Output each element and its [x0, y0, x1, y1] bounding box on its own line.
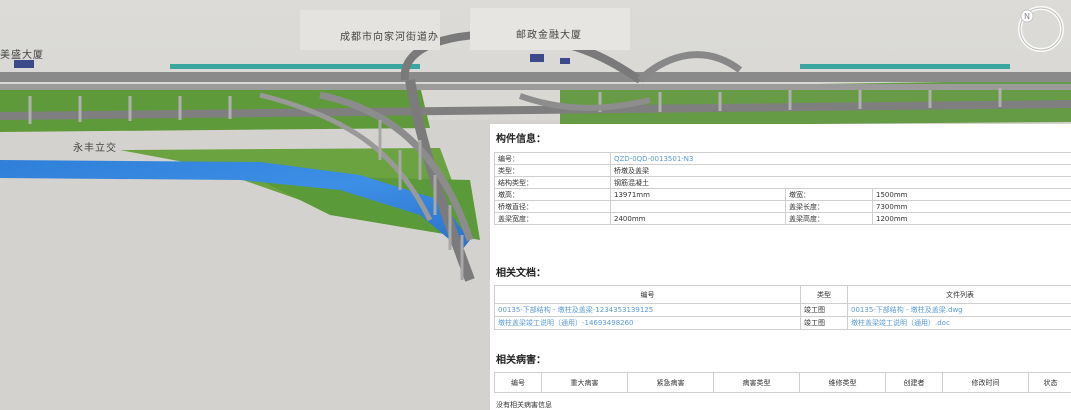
col-header-disease-type: 病害类型: [713, 372, 800, 393]
info-value: 1500mm: [871, 188, 1071, 201]
table-row: 类型： 桥墩及盖梁: [494, 164, 1071, 177]
info-label: 墩高：: [494, 188, 611, 201]
info-value: 钢筋混凝土: [609, 176, 1071, 189]
info-value: [610, 200, 786, 213]
col-header-major: 重大病害: [541, 372, 628, 393]
compass-icon[interactable]: N: [1018, 6, 1064, 52]
info-label: 盖梁宽度：: [494, 212, 611, 225]
doc-type: 竣工图: [800, 303, 848, 317]
compass-north-letter: N: [1024, 12, 1030, 21]
table-header-row: 编号 重大病害 紧急病害 病害类型 维修类型 创建者 修改时间 状态: [494, 372, 1071, 393]
table-row: 00135-下部结构 - 墩柱及盖梁-1234353139125 竣工图 001…: [494, 303, 1071, 317]
component-code-link[interactable]: QZD-0QD-0013501-N3: [609, 152, 1071, 165]
doc-file-link[interactable]: 00135-下部结构 - 墩柱及盖梁.dwg: [847, 303, 1071, 317]
col-header-urgent: 紧急病害: [627, 372, 714, 393]
table-row: 桥墩直径： 盖梁长度： 7300mm: [494, 200, 1071, 213]
col-header-code: 编号: [494, 285, 801, 304]
info-label: 盖梁高度：: [785, 212, 873, 225]
related-docs-title: 相关文档：: [496, 268, 546, 279]
doc-code-link[interactable]: 00135-下部结构 - 墩柱及盖梁-1234353139125: [494, 303, 801, 317]
table-row: 结构类型： 钢筋混凝土: [494, 176, 1071, 189]
interchange-label: 永丰立交: [73, 143, 117, 154]
col-header-creator: 创建者: [885, 372, 943, 393]
street-office-label: 成都市向家河街道办: [340, 32, 439, 43]
col-header-repair-type: 维修类型: [799, 372, 886, 393]
related-docs-table: 编号 类型 文件列表 00135-下部结构 - 墩柱及盖梁-1234353139…: [494, 285, 1071, 330]
info-label: 编号：: [494, 152, 611, 165]
col-header-type: 类型: [800, 285, 848, 304]
col-header-files: 文件列表: [847, 285, 1071, 304]
col-header-status: 状态: [1028, 372, 1071, 393]
component-info-title: 构件信息：: [496, 134, 546, 145]
component-info-panel: 构件信息： 编号： QZD-0QD-0013501-N3 类型： 桥墩及盖梁 结…: [490, 124, 1071, 410]
info-value: 桥墩及盖梁: [609, 164, 1071, 177]
info-value: 7300mm: [871, 200, 1071, 213]
info-value: 2400mm: [610, 212, 786, 225]
doc-type: 竣工图: [800, 316, 848, 330]
table-row: 墩柱盖梁竣工说明（通用）-14693498260 竣工图 墩柱盖梁竣工说明（通用…: [494, 316, 1071, 330]
info-label: 盖梁长度：: [785, 200, 873, 213]
finance-tower-label: 邮政金融大厦: [516, 30, 582, 41]
info-label: 结构类型：: [494, 176, 611, 189]
info-value: 1200mm: [871, 212, 1071, 225]
component-info-table: 编号： QZD-0QD-0013501-N3 类型： 桥墩及盖梁 结构类型： 钢…: [494, 152, 1071, 225]
table-header-row: 编号 类型 文件列表: [494, 285, 1071, 304]
doc-file-link[interactable]: 墩柱盖梁竣工说明（通用）.doc: [847, 316, 1071, 330]
col-header-modified-time: 修改时间: [942, 372, 1029, 393]
related-diseases-table: 编号 重大病害 紧急病害 病害类型 维修类型 创建者 修改时间 状态: [494, 372, 1071, 393]
empty-state-text: 没有相关病害信息: [496, 401, 552, 409]
table-row: 墩高： 13971mm 墩宽： 1500mm: [494, 188, 1071, 201]
table-row: 编号： QZD-0QD-0013501-N3: [494, 152, 1071, 165]
table-row: 盖梁宽度： 2400mm 盖梁高度： 1200mm: [494, 212, 1071, 225]
info-label: 类型：: [494, 164, 611, 177]
info-value: 13971mm: [610, 188, 786, 201]
related-diseases-title: 相关病害：: [496, 355, 546, 366]
info-label: 桥墩直径：: [494, 200, 611, 213]
col-header-code: 编号: [494, 372, 542, 393]
building-label: 美盛大厦: [0, 50, 44, 61]
info-label: 墩宽：: [785, 188, 873, 201]
doc-code-link[interactable]: 墩柱盖梁竣工说明（通用）-14693498260: [494, 316, 801, 330]
